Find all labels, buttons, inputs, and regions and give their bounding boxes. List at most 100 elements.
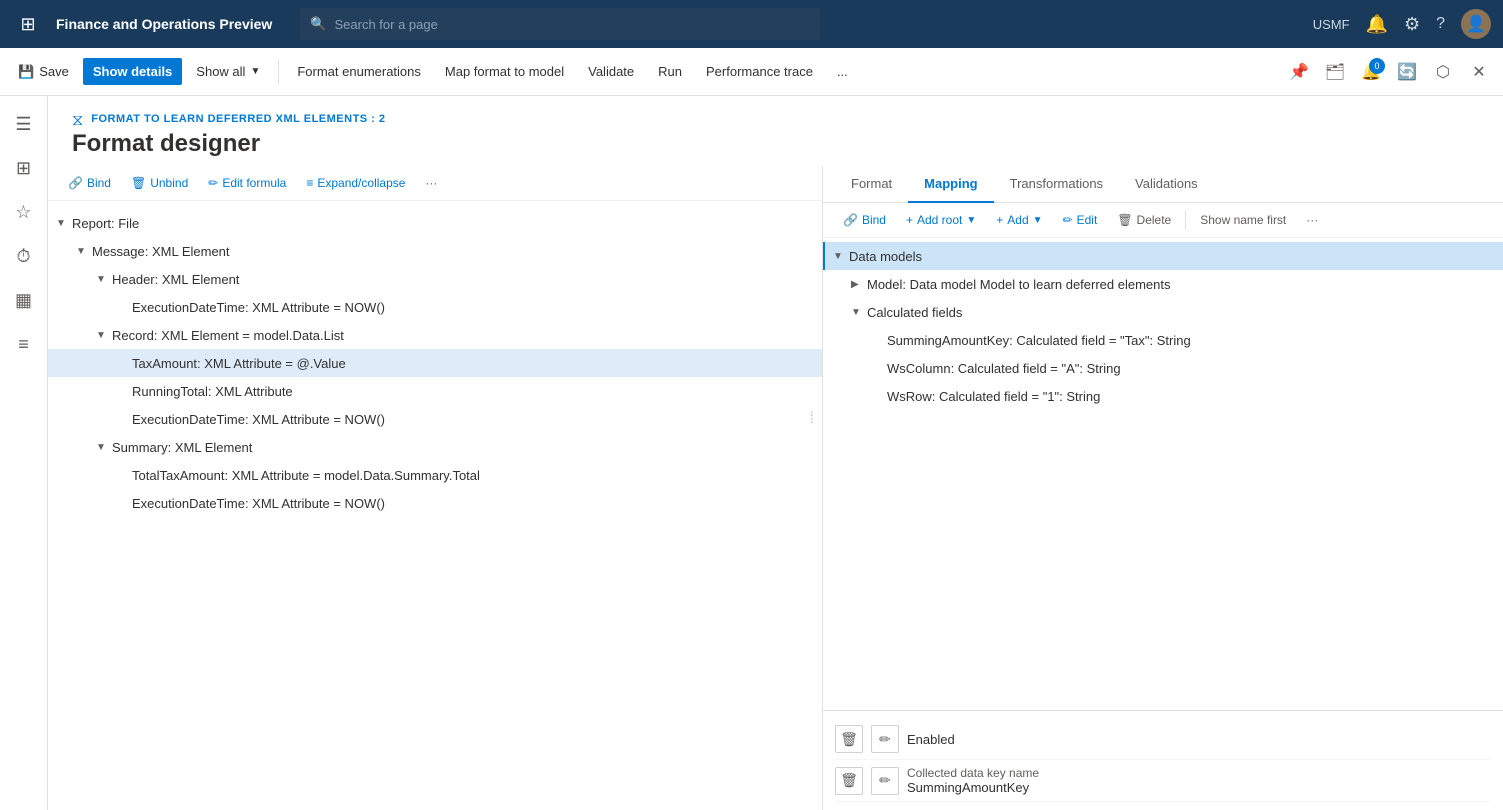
tree-label: ExecutionDateTime: XML Attribute = NOW(): [132, 412, 810, 427]
model-label: WsColumn: Calculated field = "A": String: [887, 361, 1495, 376]
tree-label: Report: File: [72, 216, 814, 231]
enabled-delete-button[interactable]: 🗑: [835, 725, 863, 753]
run-button[interactable]: Run: [648, 58, 692, 85]
left-more-button[interactable]: ···: [417, 172, 445, 194]
model-item-wscol[interactable]: WsColumn: Calculated field = "A": String: [823, 354, 1503, 382]
pin-button[interactable]: 📌: [1283, 56, 1315, 88]
delete-button[interactable]: 🗑 Delete: [1109, 209, 1179, 231]
sidebar-recent-icon[interactable]: ⏱: [4, 236, 44, 276]
main-toolbar: 💾 Save Show details Show all ▼ Format en…: [0, 48, 1503, 96]
show-name-first-button[interactable]: Show name first: [1192, 209, 1294, 231]
sidebar-menu-icon[interactable]: ☰: [4, 104, 44, 144]
show-details-button[interactable]: Show details: [83, 58, 182, 85]
open-in-new-button[interactable]: ⬡: [1427, 56, 1459, 88]
notifications-button[interactable]: 🔔 0: [1355, 56, 1387, 88]
model-label: Data models: [849, 249, 1495, 264]
link-icon: 🔗: [843, 213, 858, 227]
tree-label: Summary: XML Element: [112, 440, 814, 455]
format-toolbar: 🔗 Bind 🗑 Unbind ✏ Edit formula ≡ Expand/…: [48, 166, 822, 201]
tree-item-summary[interactable]: ▼ Summary: XML Element: [48, 433, 822, 461]
collected-edit-button[interactable]: ✏: [871, 767, 899, 795]
tree-label: TaxAmount: XML Attribute = @.Value: [132, 356, 814, 371]
edit-formula-button[interactable]: ✏ Edit formula: [200, 172, 294, 194]
tree-label: Record: XML Element = model.Data.List: [112, 328, 814, 343]
edit-icon: ✏: [879, 772, 891, 789]
plus-icon: +: [906, 213, 913, 227]
layout-button[interactable]: 🗂: [1319, 56, 1351, 88]
tab-validations[interactable]: Validations: [1119, 166, 1214, 203]
notification-icon[interactable]: 🔔: [1366, 14, 1388, 35]
chevron-icon: ▼: [96, 330, 108, 341]
tree-item-exec-dt-3[interactable]: ExecutionDateTime: XML Attribute = NOW(): [48, 489, 822, 517]
tree-label: ExecutionDateTime: XML Attribute = NOW(): [132, 496, 814, 511]
app-grid-icon[interactable]: ⊞: [12, 8, 44, 40]
link-icon: 🔗: [68, 176, 83, 190]
model-tree: ▼ Data models ▶ Model: Data model Model …: [823, 238, 1503, 710]
tree-item-header[interactable]: ▼ Header: XML Element: [48, 265, 822, 293]
tab-transformations[interactable]: Transformations: [994, 166, 1119, 203]
show-all-button[interactable]: Show all ▼: [186, 58, 270, 85]
edit-icon: ✏: [879, 731, 891, 748]
refresh-button[interactable]: 🔄: [1391, 56, 1423, 88]
tree-item-exec-dt-1[interactable]: ExecutionDateTime: XML Attribute = NOW(): [48, 293, 822, 321]
add-root-button[interactable]: + Add root ▼: [898, 209, 984, 231]
tree-item-exec-dt-2[interactable]: ExecutionDateTime: XML Attribute = NOW()…: [48, 405, 822, 433]
save-button[interactable]: 💾 Save: [8, 58, 79, 86]
add-button[interactable]: + Add ▼: [988, 209, 1050, 231]
avatar[interactable]: 👤: [1461, 9, 1491, 39]
mapping-toolbar: 🔗 Bind + Add root ▼ + Add ▼ ✏: [823, 203, 1503, 238]
model-item-summing[interactable]: SummingAmountKey: Calculated field = "Ta…: [823, 326, 1503, 354]
page-header: ⧖ FORMAT TO LEARN DEFERRED XML ELEMENTS …: [48, 96, 1503, 166]
filter-icon[interactable]: ⧖: [72, 112, 83, 130]
model-item-calc-fields[interactable]: ▼ Calculated fields: [823, 298, 1503, 326]
tree-item-runningtotal[interactable]: RunningTotal: XML Attribute: [48, 377, 822, 405]
tab-mapping[interactable]: Mapping: [908, 166, 993, 203]
sidebar-modules-icon[interactable]: ≡: [4, 324, 44, 364]
global-search-box[interactable]: 🔍: [300, 8, 820, 40]
collected-delete-button[interactable]: 🗑: [835, 767, 863, 795]
chevron-icon: ▶: [851, 279, 863, 290]
tree-item-report[interactable]: ▼ Report: File: [48, 209, 822, 237]
model-item-model[interactable]: ▶ Model: Data model Model to learn defer…: [823, 270, 1503, 298]
close-button[interactable]: ✕: [1463, 56, 1495, 88]
delete-icon: 🗑: [1117, 213, 1132, 227]
tree-item-record[interactable]: ▼ Record: XML Element = model.Data.List: [48, 321, 822, 349]
notifications-badge: 0: [1369, 58, 1385, 74]
drag-handle-icon[interactable]: ⁞: [810, 410, 814, 428]
search-input[interactable]: [334, 17, 810, 32]
settings-icon[interactable]: ⚙: [1404, 14, 1420, 35]
toolbar-right: 📌 🗂 🔔 0 🔄 ⬡ ✕: [1283, 56, 1495, 88]
tab-format[interactable]: Format: [835, 166, 908, 203]
format-enumerations-button[interactable]: Format enumerations: [287, 58, 431, 85]
tree-item-taxamount[interactable]: TaxAmount: XML Attribute = @.Value: [48, 349, 822, 377]
performance-trace-button[interactable]: Performance trace: [696, 58, 823, 85]
designer-area: 🔗 Bind 🗑 Unbind ✏ Edit formula ≡ Expand/…: [48, 166, 1503, 810]
unbind-button[interactable]: 🗑 Unbind: [123, 172, 196, 194]
tree-item-totaltax[interactable]: TotalTaxAmount: XML Attribute = model.Da…: [48, 461, 822, 489]
sidebar-workspaces-icon[interactable]: ▦: [4, 280, 44, 320]
model-label: SummingAmountKey: Calculated field = "Ta…: [887, 333, 1495, 348]
user-company[interactable]: USMF: [1313, 17, 1350, 32]
delete-icon: 🗑: [840, 772, 858, 789]
right-more-button[interactable]: ···: [1298, 209, 1326, 231]
edit-button[interactable]: ✏ Edit: [1055, 209, 1106, 231]
model-label: Calculated fields: [867, 305, 1495, 320]
model-item-wsrow[interactable]: WsRow: Calculated field = "1": String: [823, 382, 1503, 410]
format-tree: ▼ Report: File ▼ Message: XML Element ▼ …: [48, 201, 822, 810]
right-bind-button[interactable]: 🔗 Bind: [835, 209, 894, 231]
bind-button[interactable]: 🔗 Bind: [60, 172, 119, 194]
validate-button[interactable]: Validate: [578, 58, 644, 85]
enabled-edit-button[interactable]: ✏: [871, 725, 899, 753]
help-icon[interactable]: ?: [1436, 15, 1445, 33]
sidebar-favorites-icon[interactable]: ☆: [4, 192, 44, 232]
map-format-button[interactable]: Map format to model: [435, 58, 574, 85]
more-options-button[interactable]: ...: [827, 58, 858, 85]
tree-label: Header: XML Element: [112, 272, 814, 287]
plus-icon: +: [996, 213, 1003, 227]
chevron-icon: ▼: [56, 218, 68, 229]
chevron-down-icon: ▼: [1033, 215, 1043, 226]
expand-collapse-button[interactable]: ≡ Expand/collapse: [298, 172, 413, 194]
sidebar-home-icon[interactable]: ⊞: [4, 148, 44, 188]
model-item-data-models[interactable]: ▼ Data models: [823, 242, 1503, 270]
tree-item-message[interactable]: ▼ Message: XML Element: [48, 237, 822, 265]
